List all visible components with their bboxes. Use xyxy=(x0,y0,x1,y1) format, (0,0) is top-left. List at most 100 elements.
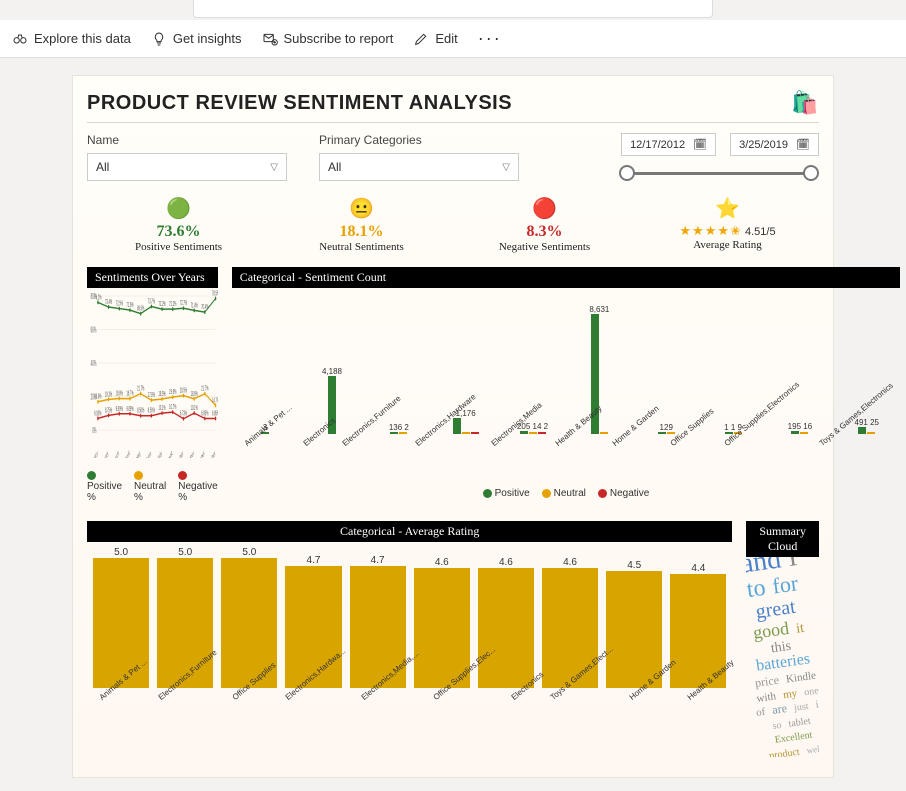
report-title-row: PRODUCT REVIEW SENTIMENT ANALYSIS 🛍️ xyxy=(87,90,819,116)
kpi-neutral-label: Neutral Sentiments xyxy=(270,241,453,253)
get-insights-button[interactable]: Get insights xyxy=(151,31,242,47)
subscribe-button[interactable]: Subscribe to report xyxy=(262,31,394,47)
page-title: PRODUCT REVIEW SENTIMENT ANALYSIS xyxy=(87,92,512,115)
report-canvas: PRODUCT REVIEW SENTIMENT ANALYSIS 🛍️ Nam… xyxy=(73,76,833,777)
kpi-rating-label: Average Rating xyxy=(636,239,819,251)
slider-knob-end[interactable] xyxy=(803,165,819,181)
name-filter-dropdown[interactable]: All ▽ xyxy=(87,153,287,181)
svg-text:10.1%: 10.1% xyxy=(158,405,165,413)
date-range-group: 12/17/2012 🗓 3/25/2019 🗓 xyxy=(619,133,819,182)
svg-text:70.4%: 70.4% xyxy=(201,304,208,312)
svg-text:18.3%: 18.3% xyxy=(105,391,112,399)
edit-button[interactable]: Edit xyxy=(413,31,457,47)
svg-text:6.73%: 6.73% xyxy=(180,410,187,418)
svg-text:78.5%: 78.5% xyxy=(212,290,218,298)
kpi-negative-label: Negative Sentiments xyxy=(453,241,636,253)
svg-text:September: September xyxy=(172,449,184,458)
svg-text:9.69%: 9.69% xyxy=(116,405,123,413)
svg-text:10.1%: 10.1% xyxy=(191,405,198,413)
svg-text:March: March xyxy=(112,450,119,458)
sentiments-line-chart: 0%20%40%60%80%76.2%73.4%72.5%71.6%69.5%7… xyxy=(87,288,218,458)
subscribe-label: Subscribe to report xyxy=(284,31,394,46)
svg-text:18.7%: 18.7% xyxy=(126,390,133,398)
svg-text:8.50%: 8.50% xyxy=(148,407,155,415)
chart-grid-bottom: Categorical - Average Rating 5.05.05.04.… xyxy=(87,521,819,757)
sentiments-over-years-panel[interactable]: Sentiments Over Years 0%20%40%60%80%76.2… xyxy=(87,267,218,503)
date-end-input[interactable]: 3/25/2019 🗓 xyxy=(730,133,819,156)
svg-text:72.7%: 72.7% xyxy=(180,300,187,308)
svg-text:19.6%: 19.6% xyxy=(169,389,176,397)
explore-data-button[interactable]: Explore this data xyxy=(12,31,131,47)
svg-text:18.5%: 18.5% xyxy=(158,391,165,399)
svg-text:71.6%: 71.6% xyxy=(126,302,133,310)
svg-text:21.7%: 21.7% xyxy=(201,385,208,393)
summary-cloud-panel[interactable]: Summary Cloud the and I to for great goo… xyxy=(746,521,819,757)
svg-text:January: January xyxy=(89,449,98,458)
date-start-value: 12/17/2012 xyxy=(630,139,685,151)
svg-text:76.2%: 76.2% xyxy=(94,294,101,302)
shopping-icon: 🛍️ xyxy=(791,90,819,116)
svg-text:10.7%: 10.7% xyxy=(169,404,176,412)
date-range-slider[interactable] xyxy=(619,164,819,182)
slider-track xyxy=(625,172,813,175)
categorical-avg-panel[interactable]: Categorical - Average Rating 5.05.05.04.… xyxy=(87,521,732,757)
chevron-down-icon: ▽ xyxy=(502,162,510,173)
calendar-icon: 🗓 xyxy=(693,138,707,151)
svg-text:17.8%: 17.8% xyxy=(148,392,155,400)
categorical-count-panel[interactable]: Categorical - Sentiment Count 34,188136 … xyxy=(232,267,900,503)
svg-text:69.5%: 69.5% xyxy=(137,305,144,313)
category-filter-group: Primary Categories All ▽ xyxy=(319,133,519,181)
category-filter-dropdown[interactable]: All ▽ xyxy=(319,153,519,181)
svg-text:April: April xyxy=(125,450,131,458)
title-divider xyxy=(87,122,819,123)
more-options-button[interactable]: ··· xyxy=(478,28,502,49)
slider-knob-start[interactable] xyxy=(619,165,635,181)
legend-neutral: Neutral % xyxy=(134,470,166,503)
star-icon: ⭐ xyxy=(636,196,819,221)
kpi-positive: 🟢 73.6% Positive Sentiments xyxy=(87,196,270,253)
svg-text:August: August xyxy=(165,449,173,458)
filter-bar: Name All ▽ Primary Categories All ▽ 12/1… xyxy=(87,133,819,182)
search-input[interactable] xyxy=(193,0,713,18)
svg-text:14.7%: 14.7% xyxy=(212,397,218,405)
kpi-negative-value: 8.3% xyxy=(453,223,636,241)
kpi-positive-label: Positive Sentiments xyxy=(87,241,270,253)
explore-data-label: Explore this data xyxy=(34,31,131,46)
dot-icon xyxy=(542,489,551,498)
svg-text:71.4%: 71.4% xyxy=(191,302,198,310)
categorical-count-title: Categorical - Sentiment Count xyxy=(232,267,900,288)
calendar-icon: 🗓 xyxy=(796,138,810,151)
svg-text:18.8%: 18.8% xyxy=(116,390,123,398)
svg-text:72.5%: 72.5% xyxy=(116,300,123,308)
svg-text:9.69%: 9.69% xyxy=(126,405,133,413)
dot-icon xyxy=(483,489,492,498)
kpi-neutral-value: 18.1% xyxy=(270,223,453,241)
category-filter-value: All xyxy=(328,160,341,174)
svg-text:October: October xyxy=(186,449,195,458)
legend-positive: Positive xyxy=(483,488,530,499)
kpi-rating: ⭐ ★★★★✬ 4.51/5 Average Rating xyxy=(636,196,819,253)
svg-text:72.2%: 72.2% xyxy=(158,301,165,309)
category-filter-label: Primary Categories xyxy=(319,133,519,147)
date-start-input[interactable]: 12/17/2012 🗓 xyxy=(621,133,716,156)
dot-icon xyxy=(178,471,187,480)
categorical-avg-xlabels: Animals & Pet ...Electronics,FurnitureOf… xyxy=(87,692,732,740)
svg-text:6.85%: 6.85% xyxy=(212,410,218,418)
kpi-rating-value: 4.51/5 xyxy=(745,226,776,238)
legend-negative: Negative % xyxy=(178,470,217,503)
svg-text:May: May xyxy=(136,449,142,458)
name-filter-value: All xyxy=(96,160,109,174)
date-end-value: 3/25/2019 xyxy=(739,139,788,151)
kpi-row: 🟢 73.6% Positive Sentiments 😐 18.1% Neut… xyxy=(87,196,819,253)
smile-icon: 🟢 xyxy=(87,196,270,221)
pencil-icon xyxy=(413,31,429,47)
svg-text:73.4%: 73.4% xyxy=(105,299,112,307)
svg-text:0%: 0% xyxy=(92,428,97,436)
summary-cloud-title: Summary Cloud xyxy=(746,521,819,557)
legend-positive: Positive % xyxy=(87,470,122,503)
name-filter-group: Name All ▽ xyxy=(87,133,287,181)
red-circle-icon: 🔴 xyxy=(453,196,636,221)
dot-icon xyxy=(598,489,607,498)
svg-text:20.5%: 20.5% xyxy=(180,387,187,395)
svg-text:8.50%: 8.50% xyxy=(137,407,144,415)
